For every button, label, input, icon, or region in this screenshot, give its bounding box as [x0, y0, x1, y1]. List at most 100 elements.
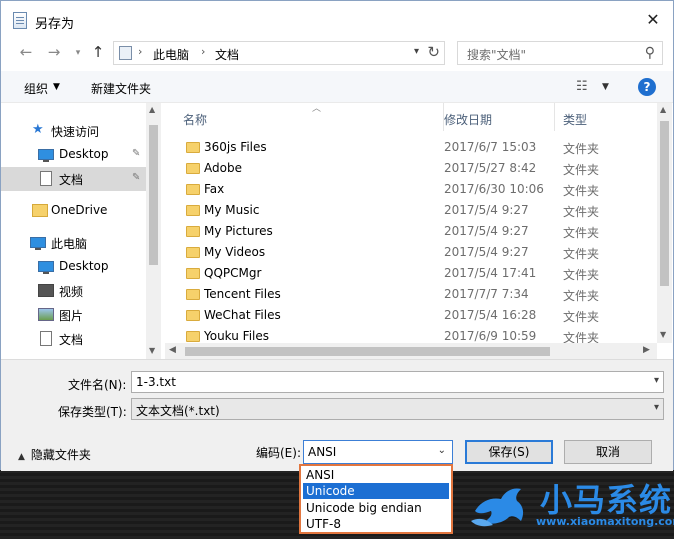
nav-item-this-pc[interactable]: 此电脑: [1, 231, 146, 255]
desktop-icon: [38, 149, 54, 162]
chevron-down-icon[interactable]: ▼: [53, 82, 60, 92]
scroll-down-icon[interactable]: ▼: [660, 330, 666, 339]
scrollbar-thumb[interactable]: [660, 121, 669, 286]
filetype-select[interactable]: 文本文档(*.txt) ▾: [131, 398, 664, 420]
filename-field[interactable]: 1-3.txt ▾: [131, 371, 664, 393]
file-name: Fax: [204, 182, 225, 196]
folder-icon: [186, 268, 200, 279]
table-row[interactable]: 360js Files 2017/6/7 15:03 文件夹: [165, 137, 657, 158]
file-type: 文件夹: [563, 310, 600, 324]
new-folder-button[interactable]: 新建文件夹: [91, 80, 151, 97]
breadcrumb-separator-icon[interactable]: ›: [138, 45, 142, 58]
file-name: My Videos: [204, 245, 266, 259]
column-header-date[interactable]: 修改日期: [436, 103, 555, 131]
refresh-icon[interactable]: ↻: [427, 43, 440, 61]
nav-item-pictures[interactable]: 图片: [1, 303, 146, 327]
address-bar[interactable]: › 此电脑 › 文档 ▾ ↻: [113, 41, 445, 65]
table-row[interactable]: Adobe 2017/5/27 8:42 文件夹: [165, 158, 657, 179]
file-list-vertical-scrollbar[interactable]: ▲ ▼: [657, 103, 672, 343]
folder-icon: [186, 247, 200, 258]
scroll-right-icon[interactable]: ▶: [643, 345, 650, 355]
cancel-button[interactable]: 取消: [564, 440, 652, 464]
scrollbar-thumb[interactable]: [185, 347, 550, 356]
breadcrumb-documents[interactable]: 文档: [215, 46, 239, 63]
table-row[interactable]: QQPCMgr 2017/5/4 17:41 文件夹: [165, 263, 657, 284]
file-name: WeChat Files: [204, 308, 281, 322]
nav-item-label: 快速访问: [51, 125, 100, 139]
file-name: Tencent Files: [204, 287, 281, 301]
pin-icon[interactable]: ✎: [132, 148, 140, 159]
table-row[interactable]: Fax 2017/6/30 10:06 文件夹: [165, 179, 657, 200]
table-row[interactable]: My Videos 2017/5/4 9:27 文件夹: [165, 242, 657, 263]
file-date: 2017/6/7 15:03: [444, 140, 537, 154]
scroll-up-icon[interactable]: ▲: [149, 105, 155, 114]
breadcrumb-this-pc[interactable]: 此电脑: [153, 46, 189, 63]
recent-locations-chevron-icon[interactable]: ▾: [69, 48, 87, 58]
nav-item-desktop-pinned[interactable]: Desktop ✎: [1, 143, 146, 167]
file-date: 2017/5/27 8:42: [444, 161, 537, 175]
folder-icon: [32, 204, 48, 217]
file-type: 文件夹: [563, 226, 600, 240]
chevron-up-icon: ▲: [18, 452, 25, 462]
search-icon[interactable]: ⚲: [645, 45, 655, 61]
hide-folders-toggle[interactable]: ▲ 隐藏文件夹: [18, 446, 91, 463]
file-date: 2017/6/30 10:06: [444, 182, 544, 196]
file-name: Adobe: [204, 161, 242, 175]
scroll-left-icon[interactable]: ◀: [169, 345, 176, 355]
save-button[interactable]: 保存(S): [465, 440, 553, 464]
pin-icon[interactable]: ✎: [132, 172, 140, 183]
chevron-down-icon[interactable]: ⌄: [438, 445, 446, 456]
table-row[interactable]: Youku Files 2017/6/9 10:59 文件夹: [165, 326, 657, 343]
navigation-pane: ★ 快速访问 Desktop ✎ 文档 ✎ OneDrive 此电脑 Deskt…: [1, 103, 161, 359]
search-box[interactable]: 搜索"文档" ⚲: [457, 41, 663, 65]
folder-icon: [186, 226, 200, 237]
up-arrow-icon[interactable]: ↑: [89, 43, 107, 61]
nav-item-documents[interactable]: 文档: [1, 327, 146, 351]
table-row[interactable]: My Music 2017/5/4 9:27 文件夹: [165, 200, 657, 221]
encoding-option-unicode[interactable]: Unicode: [303, 483, 449, 499]
nav-item-desktop[interactable]: Desktop: [1, 255, 146, 279]
table-row[interactable]: My Pictures 2017/5/4 9:27 文件夹: [165, 221, 657, 242]
encoding-label: 编码(E):: [256, 446, 301, 460]
organize-menu-button[interactable]: 组织: [24, 80, 48, 97]
folder-icon: [186, 142, 200, 153]
breadcrumb-separator-icon[interactable]: ›: [201, 45, 205, 58]
file-name: My Music: [204, 203, 260, 217]
table-row[interactable]: Tencent Files 2017/7/7 7:34 文件夹: [165, 284, 657, 305]
file-list: 名称 ︿ 修改日期 类型 360js Files 2017/6/7 15:03 …: [165, 103, 657, 343]
column-header-name[interactable]: 名称 ︿: [175, 103, 444, 131]
chevron-down-icon[interactable]: ▾: [654, 375, 659, 386]
search-input[interactable]: 搜索"文档": [467, 46, 526, 63]
file-list-horizontal-scrollbar[interactable]: ◀ ▶: [165, 343, 657, 359]
forward-arrow-icon[interactable]: →: [45, 43, 63, 61]
chevron-down-icon[interactable]: ▼: [602, 82, 609, 92]
encoding-option-unicode-big-endian[interactable]: Unicode big endian: [303, 500, 449, 516]
chevron-down-icon[interactable]: ▾: [654, 402, 659, 413]
column-header-type[interactable]: 类型: [555, 103, 657, 131]
file-date: 2017/5/4 16:28: [444, 308, 537, 322]
view-options-icon[interactable]: ☷: [576, 79, 588, 94]
nav-item-videos[interactable]: 视频: [1, 279, 146, 303]
close-button[interactable]: ✕: [643, 9, 663, 31]
nav-item-label: OneDrive: [51, 203, 108, 217]
back-arrow-icon[interactable]: ←: [17, 43, 35, 61]
nav-item-quick-access[interactable]: ★ 快速访问: [1, 119, 146, 143]
table-row[interactable]: WeChat Files 2017/5/4 16:28 文件夹: [165, 305, 657, 326]
file-type: 文件夹: [563, 163, 600, 177]
file-date: 2017/5/4 9:27: [444, 224, 529, 238]
nav-item-onedrive[interactable]: OneDrive: [1, 199, 146, 223]
scroll-down-icon[interactable]: ▼: [149, 346, 155, 355]
scrollbar-thumb[interactable]: [149, 125, 158, 265]
encoding-select[interactable]: ANSI ⌄: [303, 440, 453, 464]
encoding-option-utf8[interactable]: UTF-8: [303, 516, 449, 532]
filename-input[interactable]: 1-3.txt: [136, 375, 176, 389]
encoding-option-ansi[interactable]: ANSI: [303, 467, 449, 483]
nav-pane-scrollbar[interactable]: ▲ ▼: [146, 103, 161, 359]
help-icon[interactable]: ?: [638, 78, 656, 96]
nav-item-documents-pinned[interactable]: 文档 ✎: [1, 167, 146, 191]
horse-logo-icon: [471, 488, 524, 527]
scroll-up-icon[interactable]: ▲: [660, 105, 666, 114]
file-type: 文件夹: [563, 268, 600, 282]
file-name: QQPCMgr: [204, 266, 262, 280]
address-dropdown-chevron-icon[interactable]: ▾: [414, 46, 419, 57]
